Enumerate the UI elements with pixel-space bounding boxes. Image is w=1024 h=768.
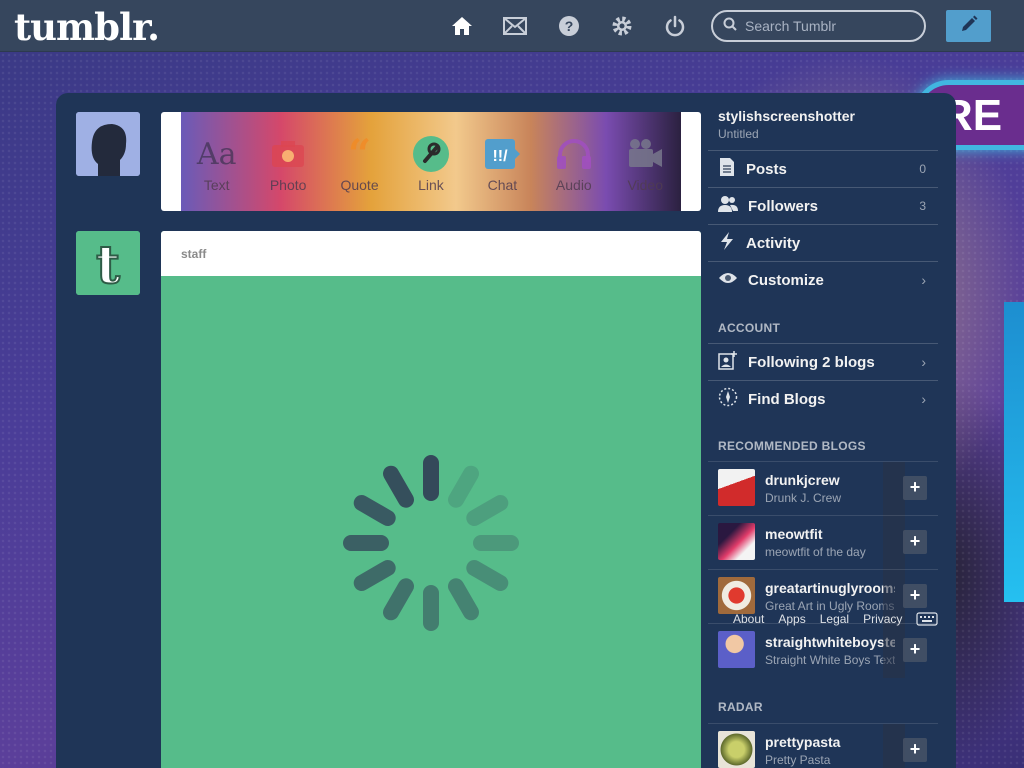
follow-button[interactable]: + bbox=[903, 638, 927, 662]
search-icon bbox=[723, 17, 737, 36]
post-type-quote[interactable]: “ Quote bbox=[325, 130, 395, 194]
post-author[interactable]: staff bbox=[161, 231, 701, 276]
followers-icon bbox=[718, 195, 738, 218]
sidebar-item-customize[interactable]: Customize › bbox=[708, 261, 938, 298]
post-type-bar: Aa Text Photo “ Quote Link !!/ Chat Audi… bbox=[161, 112, 701, 211]
keyboard-shortcuts-icon[interactable] bbox=[916, 612, 938, 631]
blog-title: Untitled bbox=[718, 127, 759, 141]
camera-icon bbox=[270, 133, 306, 175]
post-type-audio[interactable]: Audio bbox=[539, 133, 609, 193]
footer-link-legal[interactable]: Legal bbox=[820, 612, 849, 626]
user-avatar[interactable] bbox=[76, 112, 140, 176]
svg-text:?: ? bbox=[565, 18, 574, 34]
link-icon bbox=[412, 133, 450, 175]
svg-text:t: t bbox=[96, 235, 120, 295]
radar-heading: RADAR bbox=[718, 700, 763, 714]
follow-button[interactable]: + bbox=[903, 738, 927, 762]
footer-links: About Apps Legal Privacy bbox=[733, 612, 902, 626]
blog-avatar bbox=[718, 731, 755, 768]
sidebar: stylishscreenshotter Untitled Posts 0 Fo… bbox=[708, 93, 938, 768]
pencil-icon bbox=[959, 14, 979, 39]
tumblr-logo[interactable]: tumblr. bbox=[14, 5, 160, 49]
post-type-photo[interactable]: Photo bbox=[253, 133, 323, 193]
search-box bbox=[711, 10, 926, 42]
follow-button[interactable]: + bbox=[903, 476, 927, 500]
blog-name[interactable]: stylishscreenshotter bbox=[718, 108, 855, 124]
sidebar-item-followers[interactable]: Followers 3 bbox=[708, 187, 938, 224]
power-icon[interactable] bbox=[663, 14, 687, 38]
footer-link-apps[interactable]: Apps bbox=[778, 612, 805, 626]
blog-avatar bbox=[718, 631, 755, 668]
recommended-blog-item[interactable]: straightwhiteboystexting Straight White … bbox=[708, 623, 938, 678]
staff-post: staff bbox=[161, 231, 701, 768]
blog-avatar bbox=[718, 523, 755, 560]
recommended-blog-item[interactable]: drunkjcrew Drunk J. Crew + bbox=[708, 461, 938, 516]
blog-avatar bbox=[718, 469, 755, 506]
text-icon: Aa bbox=[196, 136, 237, 172]
video-icon bbox=[626, 133, 664, 175]
chat-icon: !!/ bbox=[483, 133, 521, 175]
svg-text:!!/: !!/ bbox=[493, 148, 509, 165]
follow-button[interactable]: + bbox=[903, 530, 927, 554]
headphones-icon bbox=[555, 133, 593, 175]
post-type-link[interactable]: Link bbox=[396, 133, 466, 193]
search-input[interactable] bbox=[745, 18, 915, 34]
sidebar-item-following[interactable]: Following 2 blogs › bbox=[708, 343, 938, 380]
eye-icon bbox=[718, 271, 738, 290]
follow-button[interactable]: + bbox=[903, 584, 927, 608]
compass-icon bbox=[718, 387, 738, 412]
post-type-video[interactable]: Video bbox=[610, 133, 680, 193]
top-navigation-bar: tumblr. ? bbox=[0, 0, 1024, 52]
gear-icon[interactable] bbox=[610, 14, 634, 38]
radar-blog-item[interactable]: prettypasta Pretty Pasta + bbox=[708, 723, 938, 768]
staff-avatar[interactable]: t bbox=[76, 231, 140, 295]
quote-icon: “ bbox=[348, 130, 372, 178]
mail-icon[interactable] bbox=[503, 14, 527, 38]
loading-spinner-icon bbox=[343, 455, 519, 631]
post-type-chat[interactable]: !!/ Chat bbox=[467, 133, 537, 193]
compose-button[interactable] bbox=[946, 10, 991, 42]
sidebar-item-posts[interactable]: Posts 0 bbox=[708, 150, 938, 187]
sidebar-item-find-blogs[interactable]: Find Blogs › bbox=[708, 380, 938, 417]
footer-link-about[interactable]: About bbox=[733, 612, 764, 626]
blog-avatar bbox=[718, 577, 755, 614]
recommended-blog-item[interactable]: meowtfit meowtfit of the day + bbox=[708, 515, 938, 570]
footer-link-privacy[interactable]: Privacy bbox=[863, 612, 902, 626]
sidebar-item-activity[interactable]: Activity bbox=[708, 224, 938, 261]
help-icon[interactable]: ? bbox=[557, 14, 581, 38]
following-icon bbox=[718, 350, 738, 375]
lightning-icon bbox=[718, 231, 736, 256]
home-icon[interactable] bbox=[450, 14, 474, 38]
recommended-heading: RECOMMENDED BLOGS bbox=[718, 439, 866, 453]
account-heading: ACCOUNT bbox=[718, 321, 781, 335]
posts-icon bbox=[718, 157, 736, 182]
post-type-text[interactable]: Aa Text bbox=[182, 133, 252, 194]
